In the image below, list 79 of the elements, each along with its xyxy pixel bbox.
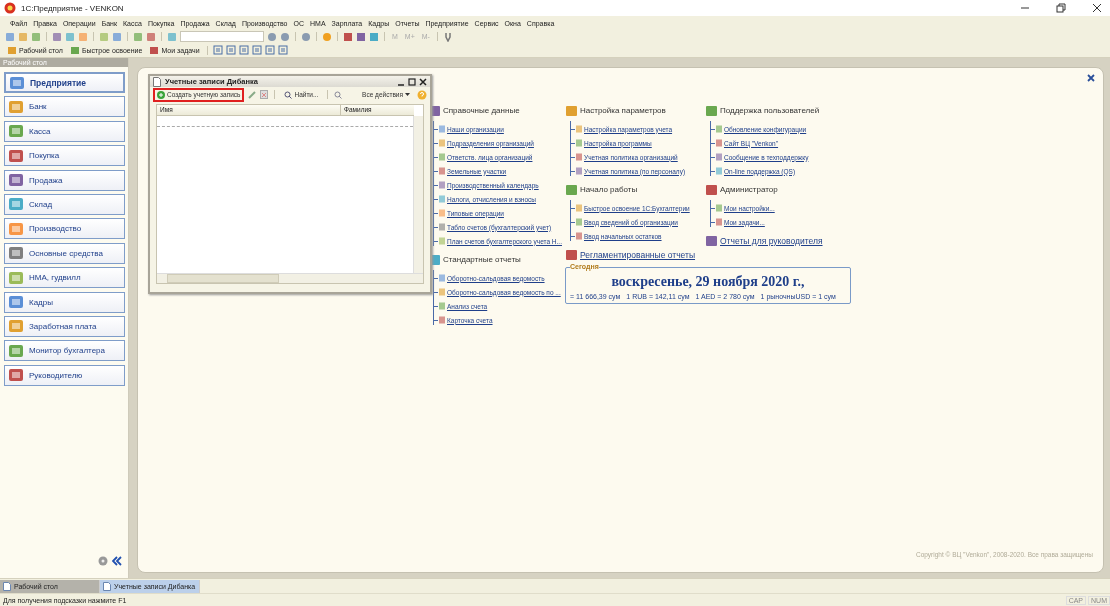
section-icon	[8, 269, 24, 286]
close-icon[interactable]	[419, 77, 427, 86]
toolbar-icon[interactable]	[5, 31, 15, 42]
toolbar-icon[interactable]	[280, 31, 290, 42]
plus-icon	[157, 90, 165, 99]
panel-icon	[7, 45, 17, 55]
section-heading: Администратор	[720, 185, 778, 194]
section-icon	[8, 367, 24, 384]
toolbar-icon[interactable]	[251, 45, 262, 55]
toolbar-icon[interactable]	[322, 31, 332, 42]
section-heading: Поддержка пользователей	[720, 106, 820, 115]
section-heading: Настройка параметров	[580, 106, 666, 115]
section-icon	[8, 245, 24, 262]
toolbar-icon[interactable]	[212, 45, 223, 55]
window-icon	[103, 581, 111, 591]
panel-icon	[149, 45, 160, 55]
sidebar-item[interactable]: Предприятие	[4, 72, 125, 93]
panel-icon	[69, 45, 80, 55]
toolbar-icon[interactable]	[238, 45, 249, 55]
section-icon	[8, 98, 24, 115]
sidebar-item[interactable]: Кадры	[4, 291, 125, 313]
sidebar-item[interactable]: Основные средства	[4, 242, 125, 264]
section-icon	[8, 342, 24, 359]
sidebar-item[interactable]: Монитор бухгалтера	[4, 340, 125, 362]
toolbar-icon[interactable]	[267, 31, 277, 42]
toolbar-icon[interactable]	[133, 31, 143, 42]
section-icon	[8, 294, 24, 310]
sidebar-item[interactable]: Руководителю	[4, 364, 125, 386]
sidebar-item[interactable]: Заработная плата	[4, 315, 125, 337]
section-heading: Справочные данные	[443, 106, 520, 115]
toolbar-icon[interactable]	[65, 31, 75, 42]
vertical-scrollbar[interactable]	[413, 116, 423, 273]
sidebar-item[interactable]: Производство	[4, 218, 125, 240]
toolbar-icon[interactable]	[369, 31, 379, 42]
horizontal-scrollbar[interactable]	[157, 273, 423, 283]
window-icon	[3, 581, 11, 591]
maximize-icon[interactable]	[408, 77, 416, 86]
sidebar-item[interactable]: Склад	[4, 193, 125, 215]
toolbar-icon[interactable]	[146, 31, 156, 42]
today-date: воскресенье, 29 ноября 2020 г.,	[611, 274, 805, 290]
caret-icon	[405, 93, 410, 96]
toolbar-icon[interactable]	[301, 31, 311, 42]
section-icon	[8, 196, 24, 213]
toolbar-icon[interactable]	[343, 31, 353, 42]
toolbar-icon[interactable]	[31, 31, 41, 42]
search-icon	[284, 90, 293, 99]
sidebar-item[interactable]: Продажа	[4, 169, 125, 191]
section-link[interactable]: Регламентированные отчеты	[580, 249, 696, 260]
window-title: 1С:Предприятие - VENKON	[21, 3, 124, 13]
toolbar-icon[interactable]	[264, 45, 275, 55]
app-logo-icon	[4, 2, 16, 14]
restore-icon[interactable]	[1056, 3, 1066, 13]
section-icon	[8, 147, 24, 164]
search-cancel-icon[interactable]	[334, 90, 343, 99]
sidebar-item[interactable]: Касса	[4, 120, 125, 142]
section-icon	[8, 172, 24, 189]
search-field[interactable]	[180, 31, 264, 42]
section-heading: Начало работы	[580, 185, 638, 194]
close-icon[interactable]	[1087, 74, 1095, 82]
close-icon[interactable]	[1092, 3, 1102, 13]
section-icon	[8, 220, 24, 237]
toolbar-icon[interactable]	[167, 31, 177, 42]
section-icon	[8, 123, 24, 140]
sidebar-item[interactable]: НМА, гудвилл	[4, 267, 125, 289]
toolbar-icon[interactable]	[356, 31, 366, 42]
toolbar-icon[interactable]	[277, 45, 288, 55]
delete-icon[interactable]	[260, 90, 269, 99]
sidebar-item[interactable]: Банк	[4, 96, 125, 118]
collapse-icon[interactable]	[112, 556, 122, 566]
section-link[interactable]: Отчеты для руководителя	[720, 235, 823, 246]
document-icon	[153, 76, 161, 87]
toolbar-icon[interactable]	[112, 31, 122, 42]
sidebar-item[interactable]: Покупка	[4, 145, 125, 167]
pencil-icon[interactable]	[248, 90, 257, 99]
section-icon	[9, 74, 25, 91]
section-icon	[8, 318, 24, 335]
toolbar-icon[interactable]	[52, 31, 62, 42]
section-heading: Стандартные отчеты	[443, 255, 521, 264]
toolbar-icon[interactable]	[225, 45, 236, 55]
